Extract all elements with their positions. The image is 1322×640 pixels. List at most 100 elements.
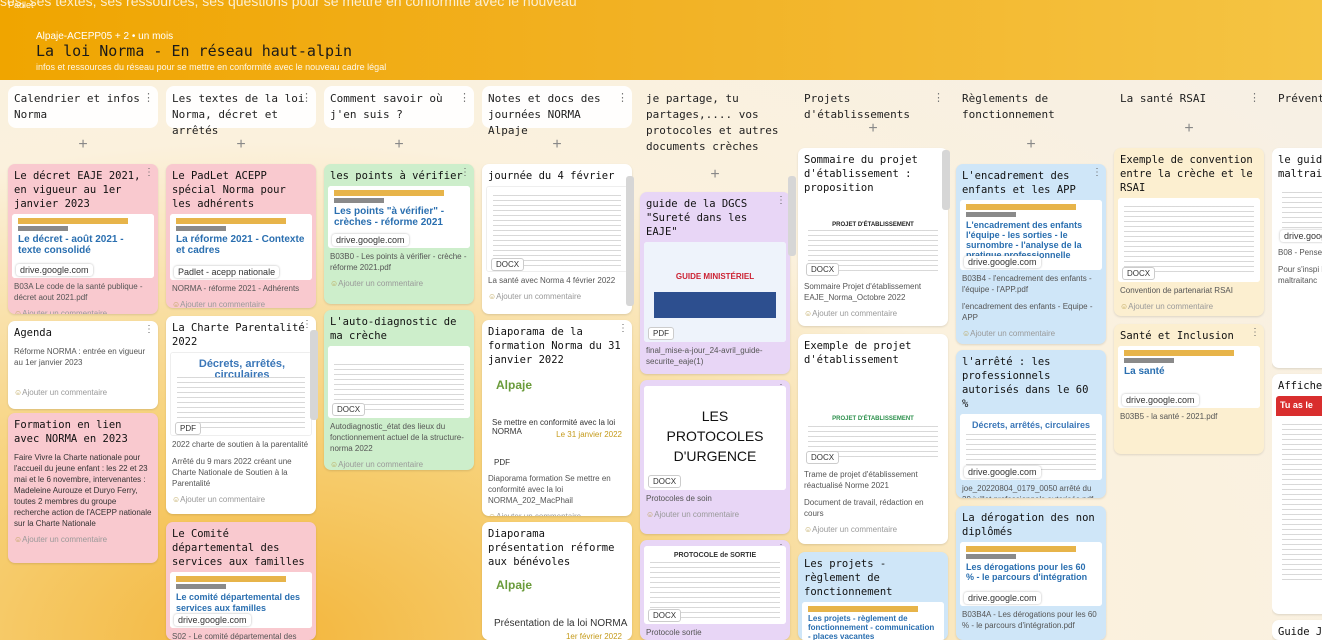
post-card[interactable]: Exemple de projet d'établissement PROJET… [798, 334, 948, 544]
post-card[interactable]: Le PadLet ACEPP spécial Norma pour les a… [166, 164, 316, 308]
column-menu-icon[interactable]: ⋮ [459, 90, 470, 106]
card-menu-icon[interactable]: ⋮ [460, 167, 470, 178]
add-comment-link[interactable]: Ajouter un commentaire [324, 457, 474, 470]
add-post-button[interactable]: + [8, 136, 158, 154]
post-card[interactable]: guide de la DGCS "Sureté dans les EAJE" … [640, 192, 790, 374]
post-card[interactable]: Diaporama de la formation Norma du 31 ja… [482, 320, 632, 516]
post-card[interactable]: La Charte Parentalité 2022 ⋮ Décrets, ar… [166, 316, 316, 514]
attachment-preview[interactable]: Les projets - règlement de fonctionnemen… [802, 602, 944, 640]
add-comment-link[interactable]: Ajouter un commentaire [640, 507, 790, 523]
add-comment-link[interactable]: Ajouter un commentaire [8, 532, 158, 548]
column-menu-icon[interactable]: ⋮ [143, 90, 154, 106]
post-card[interactable]: Le Comité départemental des services aux… [166, 522, 316, 640]
padlet-brand[interactable]: Padlet [8, 0, 34, 10]
post-card[interactable]: Sommaire du projet d'établissement : pro… [798, 148, 948, 326]
attachment-preview[interactable]: Les points "à vérifier" - crèches - réfo… [328, 186, 470, 248]
post-card[interactable]: Agenda ⋮ Réforme NORMA : entrée en vigue… [8, 321, 158, 409]
column-scrollbar[interactable] [626, 176, 634, 306]
attachment-preview[interactable]: Les dérogations pour les 60 % - le parco… [960, 542, 1102, 606]
card-menu-icon[interactable]: ⋮ [144, 324, 154, 335]
padlet-header: ses, ses textes, ses ressources, ses que… [0, 0, 1322, 80]
column-menu-icon[interactable]: ⋮ [617, 90, 628, 106]
post-card[interactable]: La dérogation des non diplômés Les dérog… [956, 506, 1106, 640]
attachment-preview[interactable]: DOCX [1118, 198, 1260, 282]
post-card[interactable]: L'encadrement des enfants et les APP ⋮ L… [956, 164, 1106, 344]
add-comment-link[interactable]: Ajouter un commentaire [324, 276, 474, 292]
post-card[interactable]: le guide ACEPP su maltraita drive.googl … [1272, 148, 1322, 368]
column-title: Les textes de la loi Norma, décret et ar… [166, 86, 316, 137]
add-post-button[interactable]: + [640, 166, 790, 184]
post-card[interactable]: ⋮ LES PROTOCOLES D'URGENCE DOCX Protocol… [640, 380, 790, 534]
card-menu-icon[interactable]: ⋮ [1250, 327, 1260, 338]
board-meta: Alpaje-ACEPP05 + 2 • un mois [36, 31, 174, 42]
add-comment-link[interactable]: Ajouter un commentaire [166, 297, 316, 308]
link-source-chip: drive.google.com [964, 466, 1041, 478]
column-scrollbar[interactable] [310, 330, 318, 420]
attachment-preview[interactable]: Décrets, arrêtés, circulaires PDF [170, 352, 312, 436]
add-comment-link[interactable]: Ajouter un commentaire [798, 522, 948, 538]
attachment-preview[interactable]: LES PROTOCOLES D'URGENCE DOCX [644, 386, 786, 490]
card-menu-icon[interactable]: ⋮ [1092, 167, 1102, 178]
column-title: je partage, tu partages,.... vos protoco… [646, 92, 779, 153]
post-card[interactable]: ⋮ PROTOCOLE de SORTIE DOCX Protocole sor… [640, 540, 790, 640]
post-card[interactable]: Exemple de convention entre la crèche et… [1114, 148, 1264, 316]
add-comment-link[interactable]: Ajouter un commentaire [482, 509, 632, 516]
column-menu-icon[interactable]: ⋮ [301, 90, 312, 106]
add-post-button[interactable]: + [798, 120, 948, 138]
add-post-button[interactable]: + [166, 136, 316, 154]
add-comment-link[interactable]: Ajouter un commentaire [798, 306, 948, 322]
attachment-preview[interactable]: L'encadrement des enfants l'équipe - les… [960, 200, 1102, 270]
post-card[interactable]: Guide Ju [1272, 620, 1322, 640]
link-source-chip: Padlet - acepp nationale [174, 266, 280, 278]
attachment-preview[interactable]: PROJET D'ÉTABLISSEMENT DOCX [802, 370, 944, 466]
attachment-preview[interactable]: PROTOCOLE de SORTIE DOCX [644, 546, 786, 624]
post-card[interactable]: L'auto-diagnostic de ma crèche DOCX Auto… [324, 310, 474, 470]
post-card[interactable]: Affiche d Tu as le [1272, 374, 1322, 614]
post-card[interactable]: l'arrêté : les professionnels autorisés … [956, 350, 1106, 498]
post-card[interactable]: Diaporama présentation réforme aux bénév… [482, 522, 632, 640]
board-description: infos et ressources du réseau pour se me… [36, 62, 387, 72]
add-comment-link[interactable]: Ajouter un commentaire [482, 289, 632, 305]
column-comment-savoir: Comment savoir où j'en suis ? ⋮ + les po… [324, 80, 474, 640]
post-card[interactable]: Le décret EAJE 2021, en vigueur au 1er j… [8, 164, 158, 314]
add-post-button[interactable]: + [324, 136, 474, 154]
add-comment-link[interactable]: Ajouter un commentaire [8, 306, 158, 314]
attachment-preview[interactable]: Le décret - août 2021 - texte consolidé … [12, 214, 154, 278]
attachment-preview[interactable]: La réforme 2021 - Contexte et cadres Pad… [170, 214, 312, 280]
card-menu-icon[interactable]: ⋮ [302, 319, 312, 330]
attachment-preview[interactable]: Tu as le [1276, 396, 1322, 586]
post-card[interactable]: Les projets - règlement de fonctionnemen… [798, 552, 948, 640]
card-menu-icon[interactable]: ⋮ [618, 323, 628, 334]
post-card[interactable]: Formation en lien avec NORMA en 2023 Fai… [8, 413, 158, 563]
attachment-preview[interactable]: GUIDE MINISTÉRIEL PDF [644, 242, 786, 342]
column-menu-icon[interactable]: ⋮ [933, 90, 944, 106]
post-card[interactable]: Santé et Inclusion ⋮ La santé drive.goog… [1114, 324, 1264, 454]
attachment-preview[interactable]: PROJET D'ÉTABLISSEMENT DOCX [802, 198, 944, 278]
column-menu-icon[interactable]: ⋮ [1249, 90, 1260, 106]
attachment-preview[interactable]: Alpaje Présentation de la loi NORMA 1er … [486, 572, 628, 640]
file-type-chip: DOCX [1122, 267, 1156, 280]
add-comment-link[interactable]: Ajouter un commentaire [8, 385, 158, 401]
attachment-preview[interactable]: Le comité départemental des services aux… [170, 572, 312, 628]
add-post-button[interactable]: + [956, 136, 1106, 154]
attachment-preview[interactable]: DOCX [328, 346, 470, 418]
column-scrollbar[interactable] [942, 150, 950, 210]
attachment-preview[interactable]: La santé drive.google.com [1118, 346, 1260, 408]
post-card[interactable]: journée du 4 février DOCX La santé avec … [482, 164, 632, 314]
add-post-button[interactable]: + [1114, 120, 1264, 138]
post-card[interactable]: les points à vérifier ⋮ Les points "à vé… [324, 164, 474, 304]
attachment-preview[interactable]: DOCX [486, 186, 628, 272]
link-source-chip: drive.google.com [174, 614, 251, 626]
link-source-chip: drive.google.com [964, 256, 1041, 268]
attachment-preview[interactable]: drive.googl [1276, 184, 1322, 244]
column-scrollbar[interactable] [788, 176, 796, 256]
add-comment-link[interactable]: Ajouter un commentaire [1114, 299, 1264, 315]
add-post-button[interactable]: + [482, 136, 632, 154]
attachment-preview[interactable]: Alpaje Se mettre en conformité avec la l… [486, 370, 628, 470]
card-menu-icon[interactable]: ⋮ [144, 167, 154, 178]
add-comment-link[interactable]: Ajouter un commentaire [166, 492, 316, 508]
attachment-preview[interactable]: Décrets, arrêtés, circulaires drive.goog… [960, 414, 1102, 480]
file-type-chip: DOCX [806, 451, 840, 464]
card-menu-icon[interactable]: ⋮ [776, 195, 786, 206]
add-comment-link[interactable]: Ajouter un commentaire [956, 326, 1106, 342]
